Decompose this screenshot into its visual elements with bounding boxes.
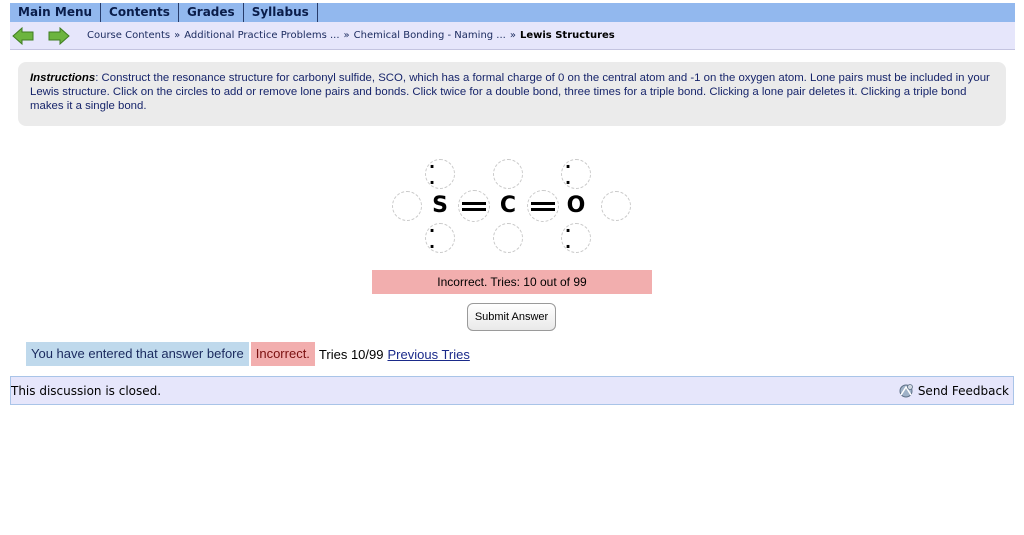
breadcrumb-chemical-bonding[interactable]: Chemical Bonding - Naming ...: [354, 30, 506, 41]
breadcrumb-course-contents[interactable]: Course Contents: [87, 30, 170, 41]
main-menu-bar: Main Menu Contents Grades Syllabus: [10, 3, 1015, 22]
menu-grades[interactable]: Grades: [179, 3, 244, 22]
send-feedback-link[interactable]: Send Feedback: [897, 383, 1009, 399]
status-message: Incorrect. Tries: 10 out of 99: [372, 270, 652, 294]
breadcrumb-additional-practice[interactable]: Additional Practice Problems ...: [184, 30, 339, 41]
back-arrow-icon[interactable]: [11, 26, 35, 46]
double-bond-line: [462, 201, 486, 211]
lone-pair-c-top[interactable]: [493, 159, 523, 189]
lone-pair-s-top[interactable]: . .: [425, 155, 455, 189]
lone-pair-o-top[interactable]: . .: [561, 155, 591, 189]
feedback-icon: [899, 383, 913, 397]
atom-c: C: [499, 193, 517, 218]
lone-pair-s-left[interactable]: [392, 191, 422, 221]
breadcrumb-separator: »: [174, 30, 181, 41]
entered-before-badge: You have entered that answer before: [26, 342, 249, 366]
previous-tries-link[interactable]: Previous Tries: [387, 347, 469, 362]
instructions-text: : Construct the resonance structure for …: [30, 72, 990, 112]
menu-main-menu[interactable]: Main Menu: [10, 3, 102, 22]
menu-contents[interactable]: Contents: [101, 3, 179, 22]
lone-pair-s-bottom[interactable]: . .: [425, 219, 455, 253]
tries-count: Tries 10/99: [318, 346, 384, 362]
lone-pair-c-bottom[interactable]: [493, 223, 523, 253]
bond-c-o[interactable]: [527, 190, 559, 222]
breadcrumb-separator: »: [343, 30, 350, 41]
instructions-label: Instructions: [30, 72, 96, 84]
breadcrumb-bar: Course Contents » Additional Practice Pr…: [10, 22, 1015, 50]
menu-syllabus[interactable]: Syllabus: [244, 3, 318, 22]
submit-answer-button[interactable]: Submit Answer: [467, 303, 556, 331]
lone-pair-o-right[interactable]: [601, 191, 631, 221]
double-bond-line: [531, 201, 555, 211]
discussion-closed-text: This discussion is closed.: [11, 383, 162, 398]
bond-s-c[interactable]: [458, 190, 490, 222]
forward-arrow-icon[interactable]: [47, 26, 71, 46]
incorrect-badge: Incorrect.: [250, 342, 315, 366]
lone-pair-o-bottom[interactable]: . .: [561, 219, 591, 253]
discussion-bar: This discussion is closed. Send Feedback: [10, 376, 1014, 405]
breadcrumb-separator: »: [509, 30, 516, 41]
send-feedback-label: Send Feedback: [917, 383, 1009, 398]
feedback-row: You have entered that answer before Inco…: [26, 342, 470, 366]
breadcrumb: Course Contents » Additional Practice Pr…: [87, 30, 615, 41]
lewis-structure-editor: . . . . S C O . . . .: [388, 155, 638, 256]
breadcrumb-current: Lewis Structures: [519, 30, 615, 41]
instructions-panel: Instructions: Construct the resonance st…: [18, 62, 1006, 126]
